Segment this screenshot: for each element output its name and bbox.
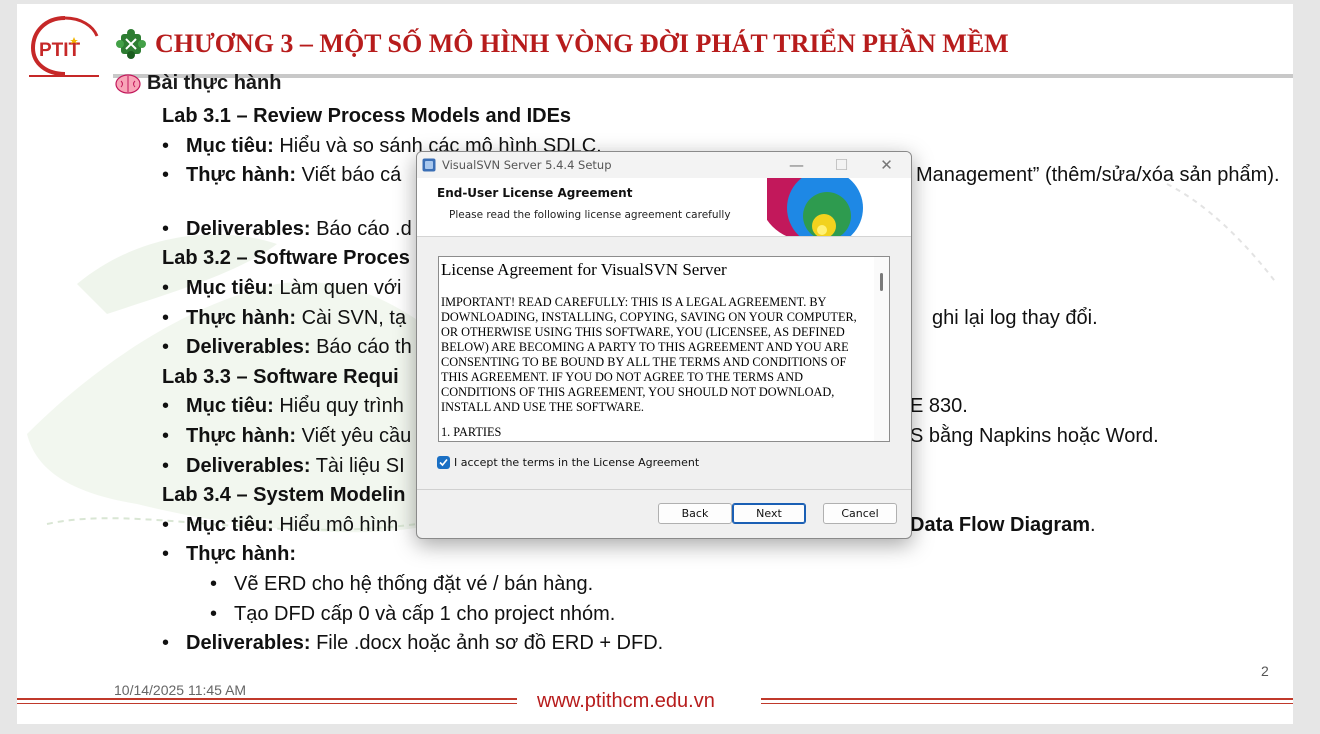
window-title: VisualSVN Server 5.4.4 Setup: [442, 158, 612, 172]
goal-text-tail: E 830.: [910, 395, 968, 418]
accept-label[interactable]: I accept the terms in the License Agreem…: [454, 456, 699, 469]
deliverables-label: Deliverables:: [186, 454, 311, 477]
cancel-button[interactable]: Cancel: [823, 503, 897, 524]
license-body: IMPORTANT! READ CAREFULLY: THIS IS A LEG…: [441, 295, 857, 414]
deliverables-label: Deliverables:: [186, 632, 311, 655]
page-number: 2: [1261, 663, 1269, 679]
practice-text-tail: S bằng Napkins hoặc Word.: [910, 424, 1159, 447]
lab-deliverables: Deliverables: File .docx hoặc ảnh sơ đồ …: [162, 629, 1282, 659]
header-subtitle: Please read the following license agreem…: [449, 209, 731, 221]
practice-sub-item: Tạo DFD cấp 0 và cấp 1 cho project nhóm.: [162, 600, 1282, 630]
slide-title: CHƯƠNG 3 – MỘT SỐ MÔ HÌNH VÒNG ĐỜI PHÁT …: [155, 29, 1009, 58]
practice-text: Viết báo cá: [296, 164, 402, 187]
deliverables-text: Báo cáo .d: [310, 217, 412, 240]
footer-url[interactable]: www.ptithcm.edu.vn: [537, 690, 715, 713]
logo-text: PTIT: [39, 40, 81, 61]
goal-text-tail-end: .: [1090, 513, 1096, 536]
deliverables-text: Tài liệu SI: [310, 454, 405, 477]
license-title: License Agreement for VisualSVN Server: [441, 260, 727, 279]
puzzle-icon: [116, 29, 146, 59]
deliverables-label: Deliverables:: [186, 217, 311, 240]
next-button[interactable]: Next: [732, 503, 806, 524]
back-button[interactable]: Back: [658, 503, 732, 524]
maximize-icon[interactable]: ☐: [819, 152, 864, 178]
practice-text-tail: ghi lại log thay đổi.: [932, 306, 1098, 329]
goal-text: Hiểu mô hình: [273, 513, 399, 536]
visualsvn-app-icon: [422, 158, 436, 172]
dialog-header: End-User License Agreement Please read t…: [417, 178, 911, 237]
accept-terms-row[interactable]: I accept the terms in the License Agreem…: [437, 456, 699, 469]
practice-text: Cài SVN, tạ: [296, 306, 407, 329]
ptit-logo: PTIT: [29, 16, 99, 77]
button-separator: [417, 489, 911, 490]
section-title: Bài thực hành: [147, 72, 282, 94]
goal-label: Mục tiêu:: [186, 513, 274, 536]
goal-label: Mục tiêu:: [186, 134, 274, 157]
license-scrollbar[interactable]: [874, 257, 889, 441]
goal-label: Mục tiêu:: [186, 395, 274, 418]
lab-heading: Lab 3.1 – Review Process Models and IDEs: [162, 105, 572, 127]
goal-text: Hiểu quy trình: [273, 395, 404, 418]
footer-line-right: [761, 698, 1293, 700]
minimize-icon[interactable]: —: [774, 152, 819, 178]
license-next-section: 1. PARTIES: [441, 425, 502, 439]
deliverables-text: File .docx hoặc ảnh sơ đồ ERD + DFD.: [310, 632, 664, 655]
license-text-box[interactable]: License Agreement for VisualSVN Server I…: [438, 256, 890, 442]
slide-date: 10/14/2025 11:45 AM: [114, 682, 247, 698]
goal-label: Mục tiêu:: [186, 276, 274, 299]
practice-sub-item: Vẽ ERD cho hệ thống đặt vé / bán hàng.: [162, 570, 1282, 600]
checkmark-icon: [439, 458, 448, 467]
brain-icon: [115, 73, 141, 94]
section-heading: Bài thực hành: [115, 72, 282, 95]
footer-line-right-thin: [761, 703, 1293, 704]
close-icon[interactable]: ✕: [864, 152, 909, 178]
visualsvn-banner-graphic: [767, 178, 863, 236]
slide-title-row: CHƯƠNG 3 – MỘT SỐ MÔ HÌNH VÒNG ĐỜI PHÁT …: [115, 28, 1009, 60]
practice-label: Thực hành:: [186, 306, 297, 329]
practice-label: Thực hành:: [186, 424, 297, 447]
accept-checkbox[interactable]: [437, 456, 450, 469]
header-title: End-User License Agreement: [437, 186, 633, 200]
deliverables-label: Deliverables:: [186, 336, 311, 359]
footer-line-left: [17, 698, 517, 700]
lab-practice: Thực hành:: [162, 540, 1282, 570]
dialog-titlebar[interactable]: VisualSVN Server 5.4.4 Setup — ☐ ✕: [417, 152, 911, 178]
license-text: License Agreement for VisualSVN Server I…: [441, 260, 867, 440]
setup-dialog: VisualSVN Server 5.4.4 Setup — ☐ ✕ End-U…: [416, 151, 912, 539]
footer-line-left-thin: [17, 703, 517, 704]
practice-text: Viết yêu cầu: [296, 424, 412, 447]
practice-label: Thực hành:: [186, 543, 297, 566]
title-divider: [113, 74, 1293, 78]
practice-label: Thực hành:: [186, 164, 297, 187]
practice-text-tail: Management” (thêm/sửa/xóa sản phẩm).: [916, 164, 1280, 187]
scrollbar-thumb[interactable]: [880, 273, 883, 291]
deliverables-text: Báo cáo th: [310, 336, 412, 359]
goal-text: Làm quen với: [273, 276, 402, 299]
goal-text-tail-bold: Data Flow Diagram: [910, 513, 1091, 536]
